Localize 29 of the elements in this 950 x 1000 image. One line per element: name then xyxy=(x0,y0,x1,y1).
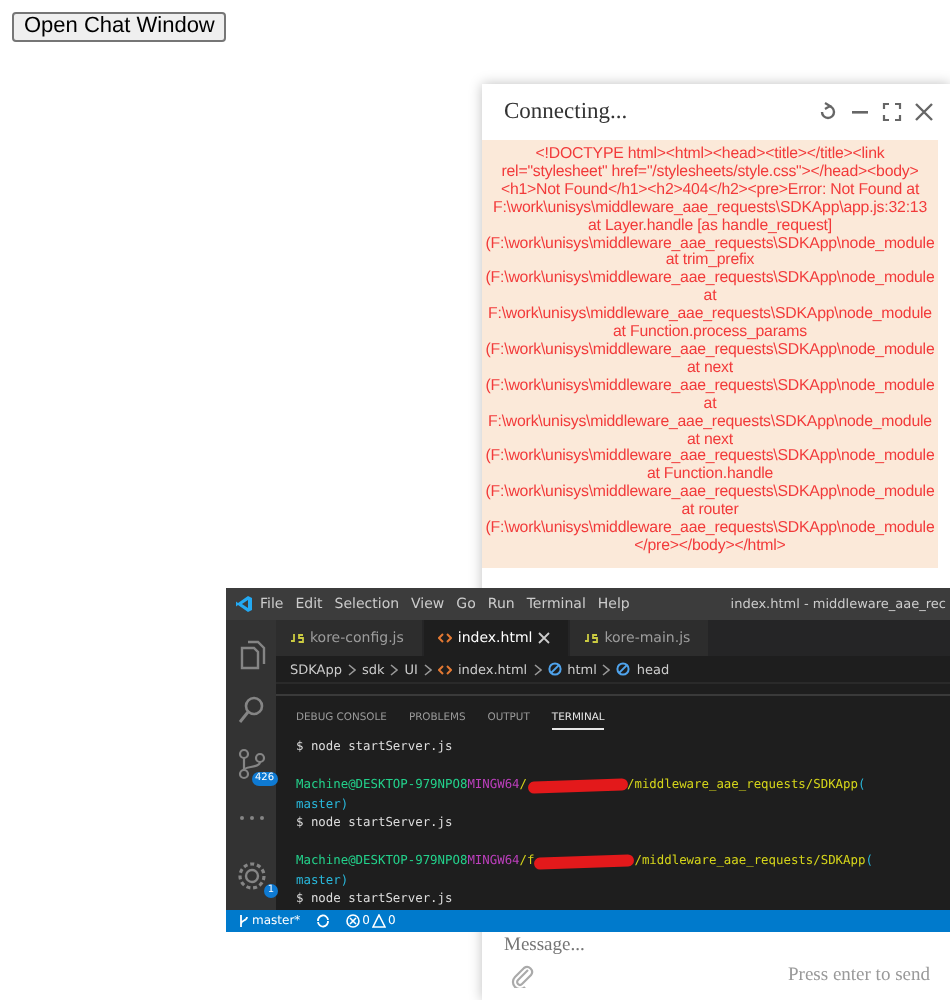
chevron-icon xyxy=(423,663,432,675)
js-file-icon xyxy=(584,632,599,644)
chat-title: Connecting... xyxy=(504,100,630,124)
chevron-icon xyxy=(390,663,399,675)
branch-icon[interactable] xyxy=(238,914,250,928)
code-file-icon xyxy=(437,632,452,644)
code-file-icon xyxy=(437,663,452,675)
js-file-icon xyxy=(290,632,304,644)
redaction-mark xyxy=(534,853,635,870)
redaction-mark xyxy=(526,777,628,794)
send-hint: Press enter to send xyxy=(788,966,930,986)
paperclip-icon[interactable] xyxy=(510,964,534,988)
symbol-icon xyxy=(616,662,631,676)
open-chat-button[interactable]: Open Chat Window xyxy=(12,12,227,42)
files-icon[interactable] xyxy=(235,639,267,671)
message-field[interactable]: Message... xyxy=(482,934,886,956)
maximize-icon[interactable] xyxy=(882,102,902,122)
symbol-icon xyxy=(547,662,562,676)
chevron-icon xyxy=(347,663,356,675)
warning-icon xyxy=(372,914,386,928)
search-icon[interactable] xyxy=(235,693,267,725)
refresh-icon[interactable] xyxy=(818,102,838,122)
error-icon xyxy=(346,914,361,928)
chevron-icon xyxy=(602,663,611,675)
close-icon[interactable] xyxy=(914,102,934,122)
settings-icon[interactable] xyxy=(235,859,267,891)
sync-icon[interactable] xyxy=(316,914,331,928)
chevron-icon xyxy=(533,663,542,675)
app-logo-icon xyxy=(234,594,254,614)
